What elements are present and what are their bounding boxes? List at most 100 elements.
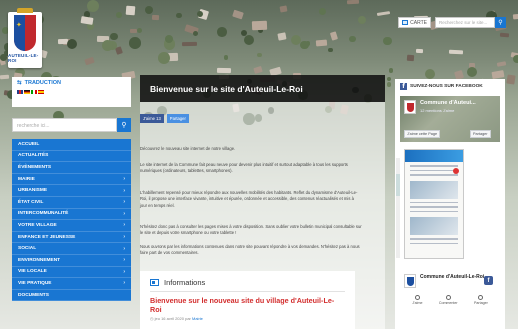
map-button[interactable]: CARTE: [398, 17, 431, 28]
background-shape: [329, 31, 339, 42]
background-shape: [101, 39, 113, 52]
nav-item[interactable]: VIE LOCALE ›: [12, 267, 131, 279]
post-author-name[interactable]: Commune d'Auteuil-Le-Roi: [420, 274, 484, 280]
facebook-like-page-button[interactable]: J'aime cette Page: [404, 130, 441, 138]
background-shape: [358, 16, 367, 25]
background-shape: [0, 74, 10, 79]
header-tools: CARTE Recherchez sur le site... ⚲: [398, 17, 506, 28]
sidebar-search-button[interactable]: ⚲: [117, 118, 131, 132]
chevron-right-icon: ›: [123, 176, 125, 183]
background-shape: [389, 68, 394, 73]
background-shape: [192, 30, 198, 36]
chevron-right-icon: ›: [123, 245, 125, 252]
chevron-right-icon: ›: [123, 187, 125, 194]
background-shape: [129, 29, 137, 34]
background-shape: [424, 68, 436, 80]
background-shape: [136, 28, 142, 34]
nav-item[interactable]: ENVIRONNEMENT ›: [12, 255, 131, 267]
article-author-link[interactable]: Mairie: [192, 316, 203, 321]
facebook-like-page-label: J'aime cette Page: [407, 132, 438, 136]
chevron-right-icon: ›: [123, 222, 125, 229]
nav-item[interactable]: URBANISME ›: [12, 185, 131, 197]
thumbnail-line: [410, 201, 458, 203]
background-shape: [346, 0, 359, 5]
thumbnail-line: [410, 238, 458, 240]
background-shape: [387, 76, 392, 82]
share-buttons: J'aime 13 Partager: [140, 114, 189, 123]
flag-spanish-icon[interactable]: [38, 90, 44, 94]
facebook-like-button[interactable]: J'aime 13: [140, 114, 164, 123]
nav-item[interactable]: VIE PRATIQUE ›: [12, 278, 131, 290]
background-shape: [253, 66, 263, 74]
chevron-right-icon: ›: [123, 234, 125, 241]
article-title-link[interactable]: Bienvenue sur le nouveau site du village…: [150, 296, 345, 314]
search-icon: ⚲: [121, 122, 127, 129]
nav-item[interactable]: ÉTAT CIVIL ›: [12, 197, 131, 209]
nav-item-label: SOCIAL: [18, 246, 37, 252]
left-sidebar: ⇆ TRADUCTION recherche ici... ⚲ ACCUEIL A…: [12, 77, 131, 329]
thumbnail-badge: [453, 168, 459, 174]
translation-title: ⇆ TRADUCTION: [17, 80, 126, 86]
bulletin-thumbnail[interactable]: [404, 149, 464, 259]
nav-item[interactable]: MAIRIE ›: [12, 174, 131, 186]
facebook-share-label: Partager: [473, 132, 488, 136]
facebook-feed-scrollbar[interactable]: [396, 158, 400, 258]
thumbs-up-icon: [414, 295, 420, 300]
nav-item[interactable]: VOTRE VILLAGE ›: [12, 220, 131, 232]
nav-item[interactable]: ÉVÈNEMENTS: [12, 162, 131, 174]
nav-item[interactable]: DOCUMENTS: [12, 290, 131, 302]
header-search: Recherchez sur le site... ⚲: [435, 17, 506, 28]
post-avatar[interactable]: [404, 274, 416, 288]
nav-item[interactable]: ACTUALITÉS: [12, 151, 131, 163]
logo-text: AUTEUIL-LE-ROI: [8, 53, 39, 63]
translation-label: TRADUCTION: [24, 80, 61, 86]
post-like-action[interactable]: J'aime: [412, 295, 422, 305]
nav-item-label: ENVIRONNEMENT: [18, 257, 61, 263]
sidebar-search-input[interactable]: recherche ici...: [12, 118, 117, 132]
header-search-button[interactable]: ⚲: [495, 17, 506, 28]
background-shape: [328, 47, 333, 53]
body-paragraph: N'hésitez donc pas à consulter les pages…: [140, 224, 362, 236]
flag-english-icon[interactable]: [17, 90, 23, 94]
body-paragraph: L'habillement repensé pour mieux répondr…: [140, 190, 358, 208]
nav-item[interactable]: ACCUEIL: [12, 139, 131, 151]
intro-paragraph: Découvrez le nouveau site internet de no…: [140, 146, 236, 151]
nav-item[interactable]: SOCIAL ›: [12, 243, 131, 255]
background-shape: [415, 49, 424, 54]
scrollbar-thumb[interactable]: [396, 174, 400, 196]
background-shape: [407, 54, 416, 61]
nav-item[interactable]: INTERCOMMUNALITÉ ›: [12, 209, 131, 221]
background-shape: [315, 39, 327, 47]
background-shape: [387, 82, 392, 87]
body-paragraph: Nous ouvrons par les informations conten…: [140, 244, 360, 256]
post-comment-action[interactable]: Commenter: [439, 295, 458, 305]
background-shape: [223, 55, 229, 61]
nav-item-label: VIE PRATIQUE: [18, 280, 52, 286]
body-paragraph: Le site internet de la Commune fait peau…: [140, 162, 348, 174]
background-shape: [449, 49, 464, 55]
background-shape: [67, 39, 78, 50]
flag-german-icon[interactable]: [24, 90, 30, 94]
facebook-page-card[interactable]: Commune d'Auteui... 12 mentions J'aime J…: [400, 96, 500, 142]
share-button[interactable]: Partager: [166, 114, 189, 123]
nav-item-label: MAIRIE: [18, 176, 35, 182]
thumbnail-line: [410, 242, 458, 244]
right-sidebar: f SUIVEZ-NOUS SUR FACEBOOK Commune d'Aut…: [395, 79, 505, 329]
background-shape: [383, 36, 393, 46]
facebook-page-name[interactable]: Commune d'Auteui...: [420, 100, 476, 106]
nav-item-label: VOTRE VILLAGE: [18, 222, 57, 228]
post-share-action[interactable]: Partager: [474, 295, 488, 305]
map-icon: [402, 20, 409, 25]
facebook-icon: f: [400, 83, 407, 90]
flag-italian-icon[interactable]: [31, 90, 37, 94]
background-shape: [506, 74, 516, 84]
background-shape: [252, 20, 268, 31]
facebook-widget-title: SUIVEZ-NOUS SUR FACEBOOK: [410, 84, 483, 89]
site-logo[interactable]: AUTEUIL-LE-ROI: [8, 8, 42, 68]
background-shape: [290, 35, 301, 46]
facebook-share-button[interactable]: Partager: [470, 130, 491, 138]
header-search-input[interactable]: Recherchez sur le site...: [435, 17, 495, 28]
nav-item[interactable]: ENFANCE ET JEUNESSE ›: [12, 232, 131, 244]
chevron-right-icon: ›: [123, 280, 125, 287]
search-icon: ⚲: [498, 20, 503, 26]
